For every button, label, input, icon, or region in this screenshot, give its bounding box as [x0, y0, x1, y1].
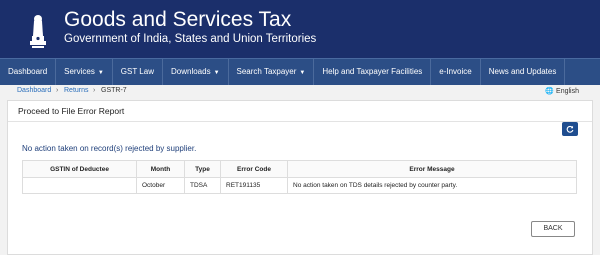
col-month-header: Month: [136, 160, 185, 178]
refresh-icon: [566, 125, 574, 133]
language-selector[interactable]: 🌐 English: [545, 87, 579, 95]
notice-message: No action taken on record(s) rejected by…: [22, 144, 197, 153]
nav-dashboard[interactable]: Dashboard: [0, 59, 57, 85]
globe-icon: 🌐: [545, 88, 555, 95]
breadcrumb-current: GSTR-7: [101, 87, 127, 94]
language-label: English: [556, 88, 579, 95]
col-error-code-header: Error Code: [220, 160, 288, 178]
nav-services-label: Services: [64, 67, 95, 76]
cell-gstin: [22, 177, 137, 194]
chevron-down-icon: ▼: [97, 70, 104, 76]
nav-downloads-label: Downloads: [170, 67, 211, 76]
col-gstin-header: GSTIN of Deductee: [22, 160, 137, 178]
cell-error-code: RET191135: [220, 177, 288, 194]
breadcrumb-dashboard[interactable]: Dashboard: [17, 87, 51, 94]
breadcrumb-separator: ›: [56, 87, 59, 94]
breadcrumb: Dashboard › Returns › GSTR-7 🌐 English: [0, 85, 600, 99]
nav-search-taxpayer-label: Search Taxpayer: [236, 67, 297, 76]
refresh-button[interactable]: [562, 122, 578, 136]
table-header-row: GSTIN of Deductee Month Type Error Code …: [22, 160, 577, 178]
nav-help[interactable]: Help and Taxpayer Facilities: [314, 59, 432, 85]
chevron-down-icon: ▼: [213, 70, 220, 76]
cell-type: TDSA: [184, 177, 221, 194]
col-error-message-header: Error Message: [287, 160, 577, 178]
nav-e-invoice[interactable]: e-Invoice: [431, 59, 481, 85]
main-navigation: Dashboard Services ▼ GST Law Downloads ▼ S…: [0, 58, 600, 85]
error-table: GSTIN of Deductee Month Type Error Code …: [22, 160, 577, 194]
nav-news[interactable]: News and Updates: [481, 59, 566, 85]
breadcrumb-returns[interactable]: Returns: [64, 87, 89, 94]
table-row: October TDSA RET191135 No action taken o…: [22, 177, 577, 194]
nav-news-label: News and Updates: [488, 67, 557, 76]
cell-month: October: [136, 177, 185, 194]
site-subtitle: Government of India, States and Union Te…: [64, 33, 317, 45]
nav-search-taxpayer[interactable]: Search Taxpayer ▼: [229, 59, 315, 85]
breadcrumb-separator: ›: [93, 87, 96, 94]
chevron-down-icon: ▼: [299, 70, 306, 76]
nav-dashboard-label: Dashboard: [8, 67, 48, 76]
national-emblem-icon: [30, 15, 46, 48]
panel-divider: [8, 121, 592, 122]
back-button[interactable]: BACK: [531, 221, 575, 237]
col-type-header: Type: [184, 160, 221, 178]
nav-downloads[interactable]: Downloads ▼: [163, 59, 229, 85]
panel-title: Proceed to File Error Report: [18, 106, 125, 116]
nav-help-label: Help and Taxpayer Facilities: [322, 67, 423, 76]
nav-gst-law[interactable]: GST Law: [113, 59, 163, 85]
nav-gst-law-label: GST Law: [120, 67, 154, 76]
site-title: Goods and Services Tax: [64, 8, 292, 31]
nav-services[interactable]: Services ▼: [56, 59, 113, 85]
error-report-panel: Proceed to File Error Report No action t…: [7, 100, 593, 255]
cell-error-message: No action taken on TDS details rejected …: [287, 177, 577, 194]
nav-e-invoice-label: e-Invoice: [439, 67, 472, 76]
site-header: Goods and Services Tax Government of Ind…: [0, 0, 600, 58]
